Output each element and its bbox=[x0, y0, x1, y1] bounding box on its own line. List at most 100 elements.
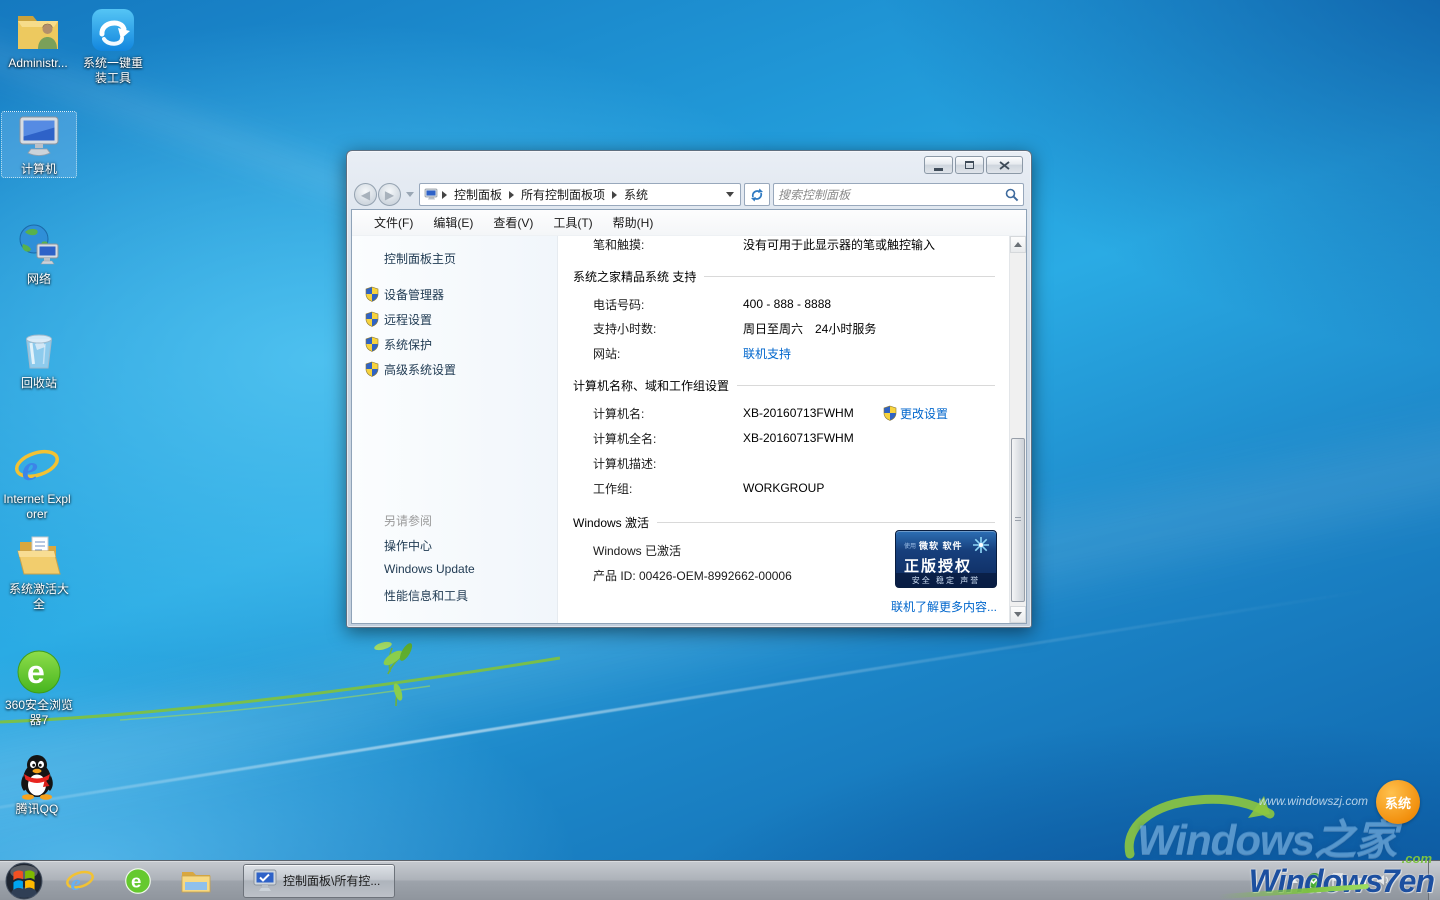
system-info-panel: 笔和触摸: 没有可用于此显示器的笔或触控输入 系统之家精品系统 支持 电话号码:… bbox=[558, 236, 1009, 623]
desktop-icon-360-browser[interactable]: e 360安全浏览器7 bbox=[2, 648, 76, 728]
maximize-icon bbox=[965, 161, 974, 169]
system-address-icon bbox=[424, 188, 439, 201]
desktop-icon-label: 系统激活大全 bbox=[4, 582, 74, 612]
desktop-icon-label: Internet Explorer bbox=[2, 492, 72, 522]
uac-shield-icon bbox=[365, 286, 379, 302]
scrollbar-down-button[interactable] bbox=[1010, 606, 1026, 623]
scrollbar-up-button[interactable] bbox=[1010, 236, 1026, 253]
tray-network-icon[interactable] bbox=[1353, 874, 1367, 886]
desktop-icon-tencent-qq[interactable]: 腾讯QQ bbox=[0, 752, 74, 817]
system-control-panel-window: ◀ ▶ 控制面板 所有控制面板项 系统 bbox=[346, 150, 1032, 628]
desktop-icon-label: Administr... bbox=[3, 56, 73, 71]
window-controls bbox=[924, 156, 1023, 174]
forward-arrow-icon: ▶ bbox=[385, 189, 394, 201]
sidebar-item-remote-settings[interactable]: 远程设置 bbox=[384, 311, 432, 328]
computer-description-label: 计算机描述: bbox=[593, 455, 743, 472]
sidebar-item-windows-update[interactable]: Windows Update bbox=[384, 562, 475, 576]
activation-folder-icon bbox=[15, 532, 63, 580]
address-breadcrumb-bar[interactable]: 控制面板 所有控制面板项 系统 bbox=[419, 183, 741, 206]
desktop-icon-recycle-bin[interactable]: 回收站 bbox=[2, 326, 76, 391]
tray-volume-icon[interactable] bbox=[1376, 874, 1390, 886]
change-settings-link[interactable]: 更改设置 bbox=[900, 405, 948, 422]
search-box bbox=[773, 183, 1024, 206]
computer-fullname-value: XB-20160713FWHM bbox=[743, 431, 854, 445]
show-desktop-button[interactable] bbox=[1428, 861, 1440, 900]
website-label: 网站: bbox=[593, 345, 743, 362]
desktop-icon-internet-explorer[interactable]: e Internet Explorer bbox=[0, 442, 74, 522]
desktop-icon-computer[interactable]: 计算机 bbox=[2, 112, 76, 177]
search-icon[interactable] bbox=[1005, 188, 1019, 202]
desktop-icon-label: 回收站 bbox=[4, 376, 74, 391]
sidebar-item-device-manager[interactable]: 设备管理器 bbox=[384, 286, 444, 303]
desktop-icon-network[interactable]: 网络 bbox=[2, 222, 76, 287]
internet-explorer-icon: e bbox=[65, 866, 95, 896]
recent-pages-dropdown-icon[interactable] bbox=[406, 192, 414, 197]
activation-status: Windows 已激活 bbox=[593, 542, 681, 559]
breadcrumb-item-all-items[interactable]: 所有控制面板项 bbox=[515, 186, 611, 203]
menu-file[interactable]: 文件(F) bbox=[364, 210, 423, 235]
workgroup-value: WORKGROUP bbox=[743, 481, 824, 495]
sidebar-item-performance-tools[interactable]: 性能信息和工具 bbox=[384, 587, 468, 604]
computer-name-row: 计算机名: XB-20160713FWHM 更改设置 bbox=[558, 403, 995, 423]
maximize-button[interactable] bbox=[955, 156, 984, 174]
genuine-badge-top-row: 使用 微软 软件 bbox=[896, 531, 996, 554]
desktop-icon-label: 腾讯QQ bbox=[2, 802, 72, 817]
back-arrow-icon: ◀ bbox=[361, 189, 370, 201]
sidebar-item-system-protection[interactable]: 系统保护 bbox=[384, 336, 432, 353]
folder-icon bbox=[180, 867, 212, 895]
sidebar-item-action-center[interactable]: 操作中心 bbox=[384, 537, 432, 554]
internet-explorer-icon: e bbox=[13, 442, 61, 490]
minimize-button[interactable] bbox=[924, 156, 953, 174]
refresh-icon bbox=[750, 188, 764, 202]
genuine-microsoft-badge[interactable]: 使用 微软 软件 正版授权 安全 稳定 声誉 bbox=[895, 530, 997, 588]
desktop-icon-activation-folder[interactable]: 系统激活大全 bbox=[2, 532, 76, 612]
network-icon bbox=[15, 222, 63, 270]
menu-bar: 文件(F) 编辑(E) 查看(V) 工具(T) 帮助(H) bbox=[352, 210, 1026, 236]
genuine-badge-line3: 安全 稳定 声誉 bbox=[896, 573, 996, 587]
breadcrumb-item-system[interactable]: 系统 bbox=[618, 186, 654, 203]
back-button[interactable]: ◀ bbox=[354, 183, 377, 206]
sidebar-item-advanced-system-settings[interactable]: 高级系统设置 bbox=[384, 361, 456, 378]
svg-text:e: e bbox=[27, 654, 45, 690]
forward-button[interactable]: ▶ bbox=[378, 183, 401, 206]
computer-name-section-title: 计算机名称、域和工作组设置 bbox=[573, 376, 995, 394]
learn-more-online-link[interactable]: 联机了解更多内容... bbox=[891, 598, 997, 615]
breadcrumb-separator-icon bbox=[612, 191, 617, 199]
tray-show-hidden-icons[interactable] bbox=[1288, 877, 1298, 883]
taskbar-internet-explorer-icon[interactable]: e bbox=[63, 864, 97, 898]
desktop-icon-label: 系统一键重装工具 bbox=[78, 56, 148, 86]
tray-action-center-flag-icon[interactable] bbox=[1331, 873, 1344, 887]
taskbar-explorer-icon[interactable] bbox=[179, 864, 213, 898]
desktop-icon-label: 网络 bbox=[4, 272, 74, 287]
menu-view[interactable]: 查看(V) bbox=[483, 210, 543, 235]
phone-row: 电话号码: 400 - 888 - 8888 bbox=[558, 294, 995, 314]
vertical-scrollbar[interactable] bbox=[1009, 236, 1026, 623]
computer-description-row: 计算机描述: bbox=[558, 453, 995, 473]
close-button[interactable] bbox=[986, 156, 1023, 174]
reinstall-tool-icon bbox=[89, 6, 137, 54]
tray-security-check-icon[interactable] bbox=[1307, 873, 1322, 888]
breadcrumb-item-control-panel[interactable]: 控制面板 bbox=[448, 186, 508, 203]
search-input[interactable] bbox=[778, 188, 1005, 202]
sidebar-item-control-panel-home[interactable]: 控制面板主页 bbox=[384, 250, 456, 267]
breadcrumb-dropdown-icon[interactable] bbox=[726, 192, 734, 197]
scrollbar-grip bbox=[1015, 517, 1021, 523]
computer-fullname-row: 计算机全名: XB-20160713FWHM bbox=[558, 428, 995, 448]
taskbar-active-task-control-panel[interactable]: 控制面板\所有控... bbox=[243, 864, 395, 898]
uac-shield-icon bbox=[365, 336, 379, 352]
menu-edit[interactable]: 编辑(E) bbox=[423, 210, 483, 235]
desktop-icon-administrator[interactable]: Administr... bbox=[1, 6, 75, 71]
online-support-link[interactable]: 联机支持 bbox=[743, 345, 791, 362]
refresh-button[interactable] bbox=[744, 183, 770, 206]
scrollbar-thumb[interactable] bbox=[1011, 438, 1025, 602]
taskbar-360-browser-icon[interactable]: e bbox=[121, 864, 155, 898]
menu-tools[interactable]: 工具(T) bbox=[543, 210, 602, 235]
window-titlebar[interactable] bbox=[351, 151, 1027, 180]
desktop-icon-reinstall-tool[interactable]: 系统一键重装工具 bbox=[76, 6, 150, 86]
desktop-icon-label: 计算机 bbox=[4, 162, 74, 177]
svg-text:e: e bbox=[22, 448, 38, 488]
computer-icon bbox=[15, 112, 63, 160]
menu-help[interactable]: 帮助(H) bbox=[603, 210, 664, 235]
support-hours-value: 周日至周六 24小时服务 bbox=[743, 320, 876, 337]
start-button[interactable] bbox=[5, 862, 43, 900]
